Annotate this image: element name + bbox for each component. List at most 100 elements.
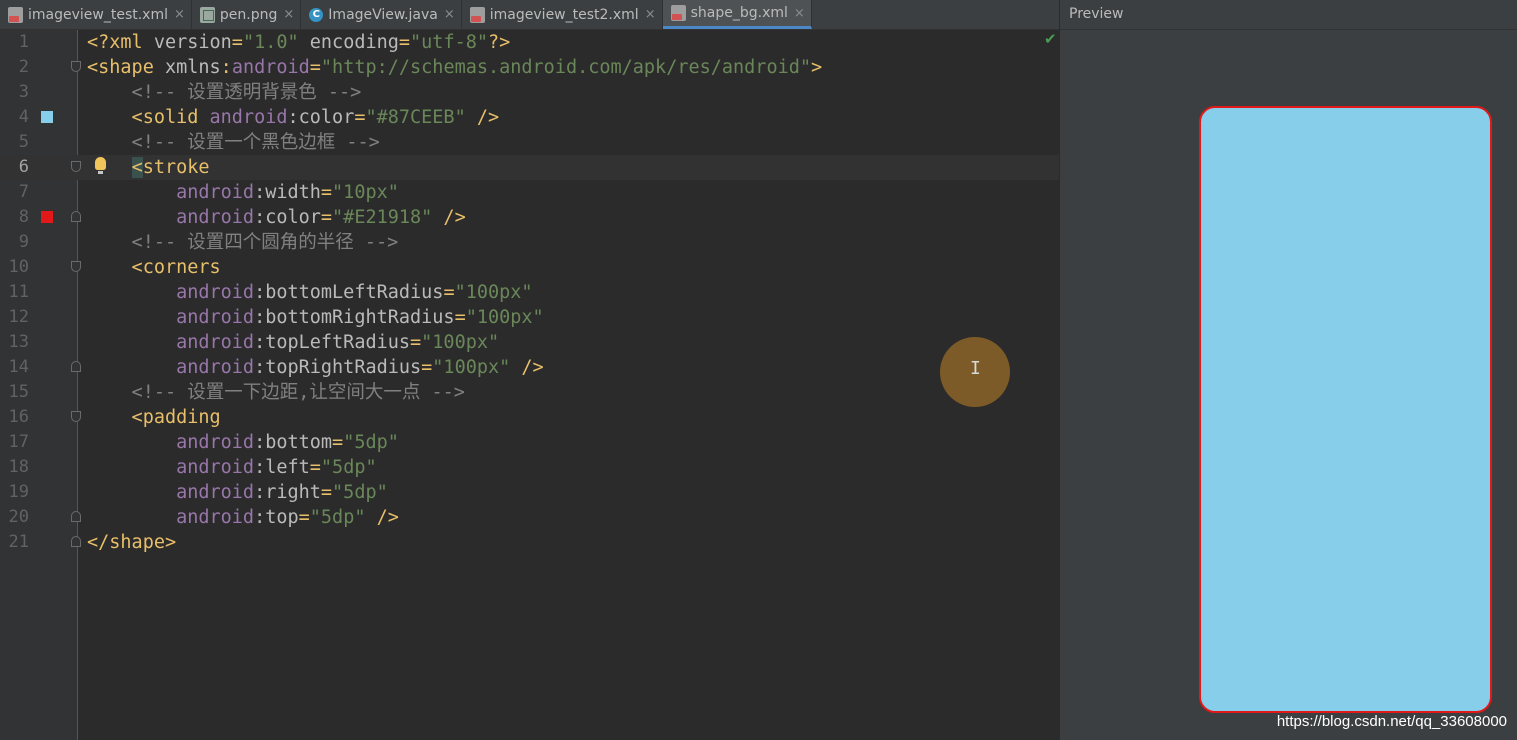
line-number: 19 bbox=[8, 482, 29, 502]
tab-label: imageview_test.xml bbox=[28, 6, 168, 23]
fold-toggle-icon[interactable] bbox=[71, 411, 81, 422]
code-token: <!-- 设置透明背景色 --> bbox=[87, 82, 362, 103]
line-number: 10 bbox=[8, 257, 29, 277]
code-text: android:topRightRadius="100px" /> bbox=[87, 355, 544, 380]
code-line[interactable]: 20 android:top="5dp" /> bbox=[0, 505, 1059, 530]
line-number: 18 bbox=[8, 457, 29, 477]
code-token: "http://schemas.android.com/apk/res/andr… bbox=[320, 57, 811, 78]
code-token: android bbox=[87, 207, 255, 228]
code-token: = bbox=[231, 32, 243, 53]
code-editor[interactable]: ✔ 1 <?xml version="1.0" encoding="utf-8"?… bbox=[0, 30, 1059, 740]
code-token: android bbox=[87, 507, 255, 528]
code-line[interactable]: 12 android:bottomRightRadius="100px" bbox=[0, 305, 1059, 330]
code-line[interactable]: 7 android:width="10px" bbox=[0, 180, 1059, 205]
code-token: "#E21918" bbox=[332, 207, 433, 228]
tab-pen-png[interactable]: pen.png × bbox=[192, 0, 302, 29]
code-line[interactable]: 19 android:right="5dp" bbox=[0, 480, 1059, 505]
code-token: "100px" bbox=[465, 307, 544, 328]
code-line[interactable]: 1 <?xml version="1.0" encoding="utf-8"?> bbox=[0, 30, 1059, 55]
code-token: "5dp" bbox=[332, 482, 388, 503]
code-token: "utf-8" bbox=[410, 32, 488, 53]
line-number: 17 bbox=[8, 432, 29, 452]
text-cursor-icon: I bbox=[970, 358, 981, 379]
code-line[interactable]: 2 <shape xmlns:android="http://schemas.an… bbox=[0, 55, 1059, 80]
code-line[interactable]: 17 android:bottom="5dp" bbox=[0, 430, 1059, 455]
code-token: :color bbox=[254, 207, 321, 228]
close-tab-icon[interactable]: × bbox=[174, 7, 185, 22]
code-token: :topRightRadius bbox=[254, 357, 422, 378]
code-line[interactable]: 4 <solid android:color="#87CEEB" /> bbox=[0, 105, 1059, 130]
code-token: android bbox=[87, 307, 255, 328]
close-tab-icon[interactable]: × bbox=[794, 6, 805, 21]
preview-panel: Preview bbox=[1059, 0, 1517, 740]
color-swatch-icon[interactable] bbox=[41, 211, 53, 223]
line-number: 3 bbox=[18, 82, 29, 102]
code-token: = bbox=[454, 307, 466, 328]
code-token: android bbox=[87, 357, 255, 378]
line-number: 5 bbox=[18, 132, 29, 152]
line-number: 15 bbox=[8, 382, 29, 402]
code-line[interactable]: 11 android:bottomLeftRadius="100px" bbox=[0, 280, 1059, 305]
fold-toggle-icon[interactable] bbox=[71, 511, 81, 522]
code-token: android bbox=[209, 107, 288, 128]
line-number: 21 bbox=[8, 532, 29, 552]
line-number: 2 bbox=[18, 57, 29, 77]
tab-imageview-java[interactable]: C ImageView.java × bbox=[301, 0, 462, 29]
code-token: :topLeftRadius bbox=[254, 332, 411, 353]
code-token: "1.0" bbox=[242, 32, 299, 53]
code-token: <!-- 设置四个圆角的半径 --> bbox=[87, 232, 399, 253]
xml-file-icon bbox=[469, 6, 485, 23]
code-line[interactable]: 5 <!-- 设置一个黑色边框 --> bbox=[0, 130, 1059, 155]
code-token: version bbox=[153, 32, 232, 53]
code-token: = bbox=[320, 207, 333, 228]
code-token: /> bbox=[432, 207, 466, 228]
tab-label: imageview_test2.xml bbox=[489, 6, 639, 23]
code-text: android:bottomRightRadius="100px" bbox=[87, 305, 544, 330]
fold-toggle-icon[interactable] bbox=[71, 261, 81, 272]
tab-label: pen.png bbox=[219, 6, 278, 23]
code-line[interactable]: 3 <!-- 设置透明背景色 --> bbox=[0, 80, 1059, 105]
code-token: :left bbox=[254, 457, 310, 478]
code-token: <!-- 设置一个黑色边框 --> bbox=[87, 132, 380, 153]
code-line[interactable]: 13 android:topLeftRadius="100px" bbox=[0, 330, 1059, 355]
tab-shape_bg-xml[interactable]: shape_bg.xml × bbox=[662, 0, 812, 29]
close-tab-icon[interactable]: × bbox=[444, 7, 455, 22]
code-line[interactable]: 21 </shape> bbox=[0, 530, 1059, 555]
code-text: <stroke bbox=[87, 155, 210, 180]
fold-toggle-icon[interactable] bbox=[71, 536, 81, 547]
tab-imageview_test-xml[interactable]: imageview_test.xml × bbox=[0, 0, 192, 29]
code-line[interactable]: 10 <corners bbox=[0, 255, 1059, 280]
code-token: :bottom bbox=[254, 432, 333, 453]
code-line[interactable]: 14 android:topRightRadius="100px" /> bbox=[0, 355, 1059, 380]
color-swatch-icon[interactable] bbox=[41, 111, 53, 123]
fold-toggle-icon[interactable] bbox=[71, 61, 81, 72]
code-text: android:bottomLeftRadius="100px" bbox=[87, 280, 532, 305]
code-token: <!-- 设置一下边距,让空间大一点 --> bbox=[87, 382, 465, 403]
code-token: = bbox=[309, 457, 321, 478]
fold-toggle-icon[interactable] bbox=[71, 211, 81, 222]
code-token: "100px" bbox=[432, 357, 511, 378]
code-line[interactable]: 8 android:color="#E21918" /> bbox=[0, 205, 1059, 230]
line-number: 9 bbox=[18, 232, 29, 252]
line-number: 1 bbox=[18, 32, 29, 52]
code-token: = bbox=[443, 282, 455, 303]
code-text: android:width="10px" bbox=[87, 180, 399, 205]
shape-preview bbox=[1199, 106, 1492, 713]
close-tab-icon[interactable]: × bbox=[645, 7, 656, 22]
code-line[interactable]: 6 <stroke bbox=[0, 155, 1059, 180]
code-text: <padding bbox=[87, 405, 221, 430]
code-line[interactable]: 16 <padding bbox=[0, 405, 1059, 430]
code-token: = bbox=[298, 507, 310, 528]
fold-toggle-icon[interactable] bbox=[71, 361, 81, 372]
fold-toggle-icon[interactable] bbox=[71, 161, 81, 172]
close-tab-icon[interactable]: × bbox=[283, 7, 294, 22]
code-line[interactable]: 15 <!-- 设置一下边距,让空间大一点 --> bbox=[0, 380, 1059, 405]
code-token: <stroke bbox=[131, 157, 210, 178]
xml-file-icon bbox=[670, 5, 686, 21]
code-line[interactable]: 9 <!-- 设置四个圆角的半径 --> bbox=[0, 230, 1059, 255]
code-text: <solid android:color="#87CEEB" /> bbox=[87, 105, 500, 130]
tab-imageview_test2-xml[interactable]: imageview_test2.xml × bbox=[462, 0, 663, 29]
code-line[interactable]: 18 android:left="5dp" bbox=[0, 455, 1059, 480]
code-text: <!-- 设置透明背景色 --> bbox=[87, 80, 362, 105]
line-number: 7 bbox=[18, 182, 29, 202]
